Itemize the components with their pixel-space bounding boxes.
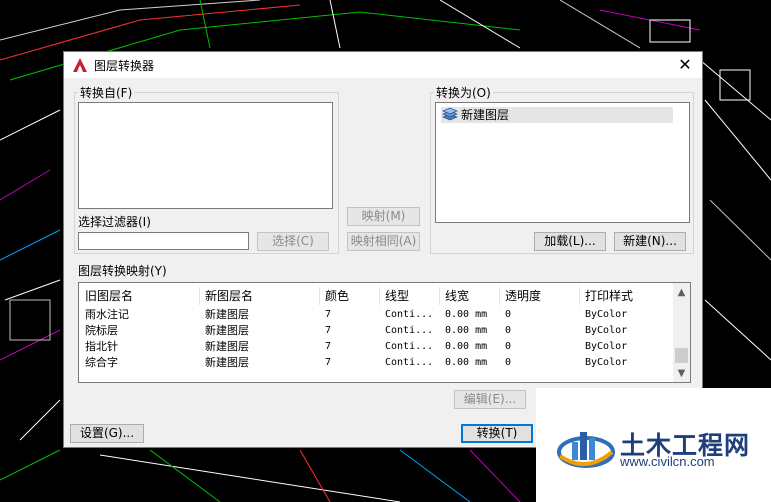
cell-linetype: Conti... — [385, 325, 434, 336]
scroll-down-icon[interactable]: ▼ — [673, 365, 690, 382]
convert-button[interactable]: 转换(T) — [461, 424, 533, 443]
column-divider — [499, 287, 500, 305]
list-item-label: 新建图层 — [461, 108, 510, 122]
scroll-up-icon[interactable]: ▲ — [673, 284, 690, 301]
cell-new-name: 新建图层 — [205, 356, 249, 369]
vertical-scrollbar[interactable]: ▲ ▼ — [673, 283, 690, 382]
cell-color: 7 — [325, 357, 332, 368]
column-header-transparency[interactable]: 透明度 — [505, 287, 541, 305]
cell-transparency: 0 — [505, 357, 512, 368]
dialog-title: 图层转换器 — [94, 59, 155, 73]
column-divider — [199, 287, 200, 305]
column-header-old-name[interactable]: 旧图层名 — [85, 287, 133, 305]
convert-from-label: 转换自(F) — [78, 84, 135, 101]
cell-color: 7 — [325, 325, 332, 336]
new-button[interactable]: 新建(N)... — [614, 232, 686, 251]
cell-old-name: 综合字 — [85, 356, 118, 369]
cell-old-name: 指北针 — [85, 340, 118, 353]
cell-linetype: Conti... — [385, 341, 434, 352]
watermark-url: www.civilcn.com — [620, 454, 715, 469]
column-header-color[interactable]: 颜色 — [325, 287, 349, 305]
map-button[interactable]: 映射(M) — [347, 207, 420, 226]
cell-plot-style: ByColor — [585, 357, 628, 368]
cell-plot-style: ByColor — [585, 309, 628, 320]
cell-new-name: 新建图层 — [205, 340, 249, 353]
map-same-button[interactable]: 映射相同(A) — [347, 232, 420, 251]
settings-button[interactable]: 设置(G)... — [70, 424, 144, 443]
cell-lineweight: 0.00 mm — [445, 357, 488, 368]
cell-old-name: 院标层 — [85, 324, 118, 337]
column-header-new-name[interactable]: 新图层名 — [205, 287, 253, 305]
select-button[interactable]: 选择(C) — [257, 232, 329, 251]
cell-plot-style: ByColor — [585, 325, 628, 336]
watermark: 土木工程网 www.civilcn.com — [536, 388, 771, 502]
dialog-titlebar: 图层转换器 ✕ — [64, 52, 702, 78]
column-divider — [379, 287, 380, 305]
mappings-label: 图层转换映射(Y) — [78, 264, 167, 278]
cell-color: 7 — [325, 341, 332, 352]
layers-icon — [442, 107, 458, 121]
cell-transparency: 0 — [505, 309, 512, 320]
mappings-table[interactable]: 旧图层名 新图层名 颜色 线型 线宽 透明度 打印样式 雨水注记 新建图层 7 … — [78, 282, 691, 383]
cell-new-name: 新建图层 — [205, 308, 249, 321]
scrollbar-thumb[interactable] — [675, 348, 688, 363]
selection-filter-label: 选择过滤器(I) — [78, 215, 151, 229]
table-row[interactable]: 指北针 新建图层 7 Conti... 0.00 mm 0 ByColor — [79, 339, 674, 355]
load-button[interactable]: 加载(L)... — [534, 232, 606, 251]
table-row[interactable]: 院标层 新建图层 7 Conti... 0.00 mm 0 ByColor — [79, 323, 674, 339]
cell-linetype: Conti... — [385, 357, 434, 368]
convert-to-label: 转换为(O) — [434, 84, 493, 101]
edit-button[interactable]: 编辑(E)... — [454, 390, 526, 409]
cell-linetype: Conti... — [385, 309, 434, 320]
column-divider — [579, 287, 580, 305]
column-divider — [319, 287, 320, 305]
column-header-linetype[interactable]: 线型 — [385, 287, 409, 305]
column-header-plot-style[interactable]: 打印样式 — [585, 287, 633, 305]
cell-lineweight: 0.00 mm — [445, 309, 488, 320]
cell-new-name: 新建图层 — [205, 324, 249, 337]
close-icon[interactable]: ✕ — [674, 54, 696, 76]
civilcn-logo-icon — [557, 432, 615, 468]
cell-transparency: 0 — [505, 341, 512, 352]
cell-old-name: 雨水注记 — [85, 308, 129, 321]
cell-transparency: 0 — [505, 325, 512, 336]
cell-color: 7 — [325, 309, 332, 320]
table-row[interactable]: 雨水注记 新建图层 7 Conti... 0.00 mm 0 ByColor — [79, 307, 674, 323]
convert-from-list[interactable] — [78, 102, 333, 209]
list-item-new-layer[interactable]: 新建图层 — [441, 107, 673, 123]
cell-lineweight: 0.00 mm — [445, 325, 488, 336]
cell-lineweight: 0.00 mm — [445, 341, 488, 352]
column-header-lineweight[interactable]: 线宽 — [445, 287, 469, 305]
column-divider — [439, 287, 440, 305]
cell-plot-style: ByColor — [585, 341, 628, 352]
table-row[interactable]: 综合字 新建图层 7 Conti... 0.00 mm 0 ByColor — [79, 355, 674, 371]
selection-filter-input[interactable] — [78, 232, 249, 250]
autocad-logo-icon — [73, 58, 87, 72]
convert-to-list[interactable]: 新建图层 — [435, 102, 690, 223]
